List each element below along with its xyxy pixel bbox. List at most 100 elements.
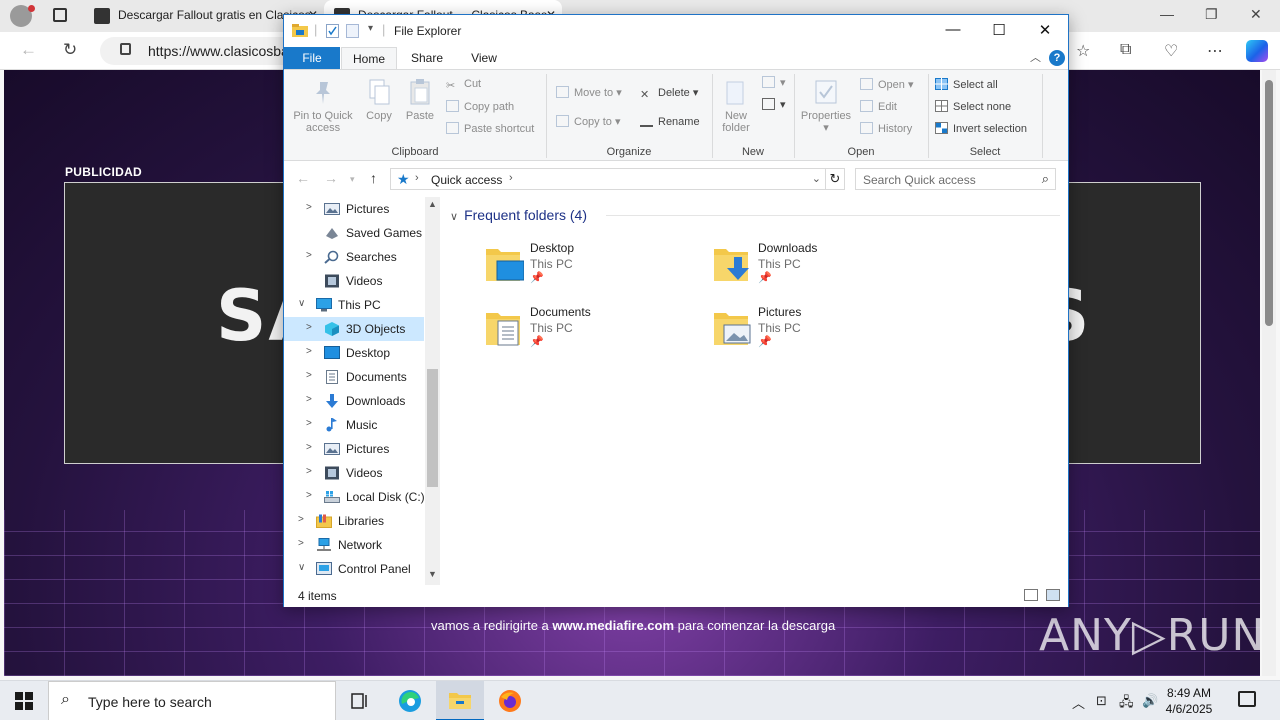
- expand-chevron-icon[interactable]: >: [306, 370, 312, 381]
- copy-to-button[interactable]: Copy to ▾: [556, 115, 621, 128]
- help-icon[interactable]: ?: [1049, 50, 1065, 66]
- tree-item-network[interactable]: > Network: [284, 533, 424, 557]
- large-icons-view-icon[interactable]: [1046, 589, 1060, 601]
- tree-item-local-disk[interactable]: > Local Disk (C:): [284, 485, 424, 509]
- open-button[interactable]: Open ▾: [860, 78, 914, 91]
- new-folder-button[interactable]: New folder: [716, 78, 756, 134]
- tree-item-pictures[interactable]: > Pictures: [284, 197, 424, 221]
- tree-item-control-panel[interactable]: ∨ Control Panel: [284, 557, 424, 581]
- tree-item-pictures-2[interactable]: > Pictures: [284, 437, 424, 461]
- folder-tile-desktop[interactable]: Desktop This PC 📌: [484, 241, 694, 301]
- properties-button[interactable]: Properties ▾: [798, 78, 854, 134]
- edit-button[interactable]: Edit: [860, 100, 897, 113]
- tree-item-this-pc[interactable]: ∨ This PC: [284, 293, 424, 317]
- up-arrow-icon[interactable]: ↑: [370, 170, 377, 186]
- paste-button[interactable]: Paste: [402, 78, 438, 122]
- expand-chevron-icon[interactable]: >: [306, 346, 312, 357]
- rename-button[interactable]: Rename: [640, 115, 700, 128]
- tree-item-videos[interactable]: Videos: [284, 269, 424, 293]
- collapse-ribbon-icon[interactable]: ︿: [1030, 49, 1041, 65]
- frequent-folders-header[interactable]: ∨ Frequent folders (4): [450, 207, 587, 223]
- breadcrumb-chevron-icon[interactable]: ›: [509, 172, 513, 184]
- collapse-chevron-icon[interactable]: ∨: [298, 562, 305, 573]
- invert-selection-button[interactable]: Invert selection: [935, 122, 1027, 135]
- expand-chevron-icon[interactable]: >: [298, 538, 304, 549]
- network-status-icon[interactable]: 🖧: [1119, 693, 1134, 715]
- tree-item-3d-objects[interactable]: > 3D Objects: [284, 317, 424, 341]
- tree-item-libraries[interactable]: > Libraries: [284, 509, 424, 533]
- tree-item-downloads[interactable]: > Downloads: [284, 389, 424, 413]
- back-icon[interactable]: ←: [20, 40, 37, 60]
- tab-file[interactable]: File: [284, 47, 340, 69]
- expand-chevron-icon[interactable]: >: [306, 202, 312, 213]
- system-clock[interactable]: 8:49 AM 4/6/2025: [1160, 685, 1218, 717]
- paste-shortcut-button[interactable]: Paste shortcut: [446, 122, 534, 135]
- new-item-button[interactable]: ▾: [762, 76, 786, 89]
- tree-item-saved-games[interactable]: Saved Games: [284, 221, 424, 245]
- browser-close-icon[interactable]: ✕: [1250, 6, 1262, 23]
- move-to-button[interactable]: Move to ▾: [556, 86, 622, 99]
- folder-tile-pictures[interactable]: Pictures This PC 📌: [712, 305, 922, 365]
- breadcrumb-chevron-icon[interactable]: ›: [415, 172, 419, 184]
- breadcrumb-quick-access[interactable]: Quick access: [431, 173, 502, 187]
- task-view-button[interactable]: [336, 681, 384, 720]
- refresh-icon[interactable]: ↻: [825, 168, 845, 190]
- tab-share[interactable]: Share: [402, 47, 452, 69]
- recent-locations-icon[interactable]: ▾: [350, 174, 355, 185]
- cut-button[interactable]: ✂ Cut: [446, 78, 481, 92]
- taskbar-search-box[interactable]: ⌕ Type here to search: [48, 681, 336, 720]
- copy-button[interactable]: Copy: [362, 78, 396, 122]
- scroll-up-arrow-icon[interactable]: ▲: [428, 199, 437, 209]
- expand-chevron-icon[interactable]: >: [306, 466, 312, 477]
- notification-center-icon[interactable]: [1238, 691, 1256, 707]
- delete-button[interactable]: ✕ Delete ▾: [640, 86, 698, 101]
- favorites-star-icon[interactable]: ☆: [1076, 41, 1090, 61]
- qat-new-folder-icon[interactable]: [346, 24, 359, 38]
- tree-item-videos-2[interactable]: > Videos: [284, 461, 424, 485]
- tab-view[interactable]: View: [456, 47, 512, 69]
- browser-restore-icon[interactable]: ❐: [1205, 6, 1218, 23]
- select-all-button[interactable]: Select all: [935, 78, 998, 91]
- back-arrow-icon[interactable]: ←: [296, 170, 310, 186]
- forward-arrow-icon[interactable]: →: [324, 170, 338, 186]
- minimize-icon[interactable]: —: [930, 21, 976, 38]
- expand-chevron-icon[interactable]: >: [306, 418, 312, 429]
- folder-tile-downloads[interactable]: Downloads This PC 📌: [712, 241, 922, 301]
- more-options-icon[interactable]: ⋯: [1207, 41, 1223, 61]
- history-button[interactable]: History: [860, 122, 912, 135]
- edge-taskbar-button[interactable]: [386, 681, 434, 720]
- firefox-taskbar-button[interactable]: [486, 681, 534, 720]
- reload-icon[interactable]: ↻: [63, 40, 77, 60]
- navigation-pane-scrollbar-thumb[interactable]: [427, 369, 438, 487]
- expand-chevron-icon[interactable]: >: [306, 490, 312, 501]
- tab-home[interactable]: Home: [341, 47, 397, 69]
- pin-to-quick-access-button[interactable]: Pin to Quick access: [290, 78, 356, 134]
- expand-chevron-icon[interactable]: >: [298, 514, 304, 525]
- easy-access-button[interactable]: ▾: [762, 98, 786, 111]
- scroll-down-arrow-icon[interactable]: ▼: [428, 569, 437, 579]
- explorer-title-bar[interactable]: | ▾ | File Explorer — ☐ ✕: [284, 15, 1068, 47]
- show-hidden-icons-icon[interactable]: ︿: [1072, 693, 1085, 712]
- search-icon[interactable]: ⌕: [1042, 171, 1049, 187]
- collections-icon[interactable]: ⧉: [1120, 41, 1131, 59]
- meet-now-icon[interactable]: ⊡: [1096, 693, 1107, 709]
- expand-chevron-icon[interactable]: >: [306, 250, 312, 261]
- expand-chevron-icon[interactable]: >: [306, 322, 312, 333]
- copy-path-button[interactable]: Copy path: [446, 100, 514, 113]
- tree-item-desktop[interactable]: > Desktop: [284, 341, 424, 365]
- volume-icon[interactable]: 🔊: [1142, 693, 1158, 709]
- browser-essentials-icon[interactable]: ♡: [1164, 41, 1178, 61]
- expand-chevron-icon[interactable]: >: [306, 442, 312, 453]
- file-explorer-taskbar-button[interactable]: [436, 681, 484, 720]
- address-bar[interactable]: ★ › Quick access › ⌄: [390, 168, 826, 190]
- folder-tile-documents[interactable]: Documents This PC 📌: [484, 305, 694, 365]
- copilot-icon[interactable]: [1246, 40, 1268, 62]
- lock-icon[interactable]: [120, 43, 131, 55]
- address-dropdown-icon[interactable]: ⌄: [812, 172, 821, 185]
- page-scrollbar[interactable]: [1262, 70, 1276, 676]
- tree-item-searches[interactable]: > Searches: [284, 245, 424, 269]
- qat-properties-icon[interactable]: [326, 24, 339, 38]
- close-icon[interactable]: ✕: [1022, 21, 1068, 39]
- expand-chevron-icon[interactable]: >: [306, 394, 312, 405]
- group-collapse-chevron-icon[interactable]: ∨: [450, 211, 458, 223]
